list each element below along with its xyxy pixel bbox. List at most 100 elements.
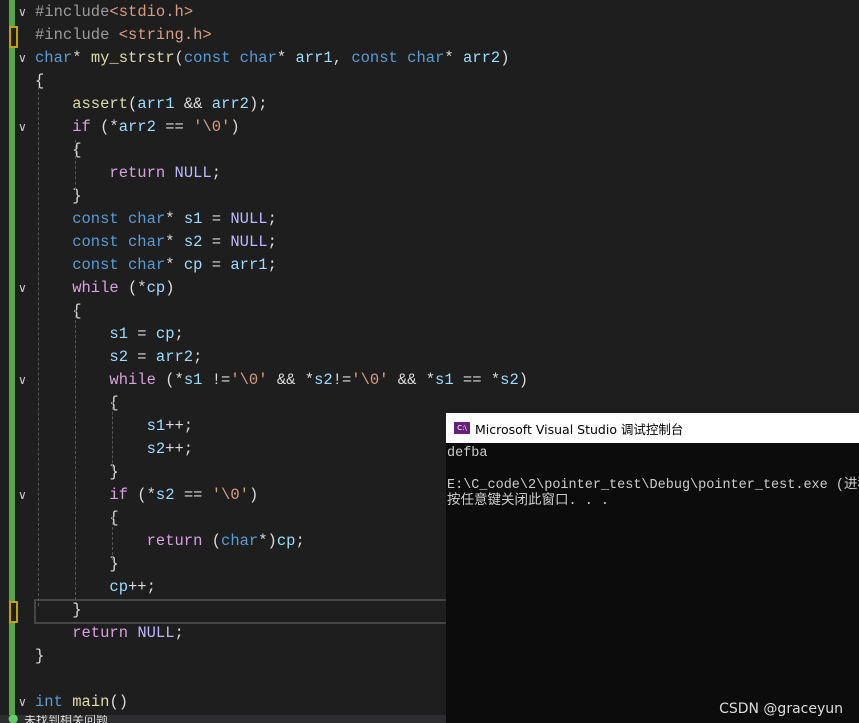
code-token: * (276, 49, 296, 67)
code-line[interactable]: while (*s1 !='\0' && *s2!='\0' && *s1 ==… (109, 369, 528, 392)
code-token: '\0' (230, 371, 268, 389)
watermark: CSDN @graceyun (719, 701, 843, 717)
code-line[interactable]: { (72, 139, 81, 162)
code-line[interactable]: cp++; (109, 576, 156, 599)
code-token: NULL (230, 233, 268, 251)
code-token: <stdio.h> (109, 3, 194, 21)
code-token: s1 (435, 371, 454, 389)
code-token: ) (518, 371, 529, 389)
code-token: s2 (155, 486, 175, 504)
code-line[interactable]: #include<stdio.h> (35, 1, 193, 24)
code-token: { (35, 72, 45, 90)
code-token: main (72, 693, 110, 711)
code-token: s2 (500, 371, 519, 389)
code-token: cp (146, 279, 166, 297)
fold-chevron-icon[interactable]: ∨ (18, 47, 32, 70)
code-token: && * (267, 371, 315, 389)
code-token: { (109, 509, 119, 527)
code-line[interactable]: { (109, 507, 118, 530)
code-token: ; (267, 233, 277, 251)
code-line[interactable]: } (72, 599, 81, 622)
code-line[interactable]: } (109, 553, 118, 576)
code-line[interactable]: { (35, 70, 44, 93)
code-line[interactable]: s2 = arr2; (109, 346, 202, 369)
code-line[interactable]: char* my_strstr(const char* arr1, const … (35, 47, 510, 70)
code-line[interactable]: return (char*)cp; (147, 530, 305, 553)
code-line[interactable]: } (35, 645, 44, 668)
code-token: ++; (128, 578, 156, 596)
code-line[interactable]: if (*s2 == '\0') (109, 484, 258, 507)
code-token: == * (453, 371, 501, 389)
code-line[interactable]: assert(arr1 && arr2); (72, 93, 267, 116)
fold-chevron-icon[interactable]: ∨ (18, 277, 32, 300)
code-token: char (128, 256, 166, 274)
code-token: char (128, 210, 166, 228)
debug-console-window[interactable]: C:\ Microsoft Visual Studio 调试控制台 defba … (446, 413, 859, 723)
code-line[interactable]: { (72, 300, 81, 323)
check-icon: ● (8, 715, 19, 723)
code-token: (* (128, 486, 156, 504)
code-token: s2 (314, 371, 333, 389)
code-token: NULL (230, 210, 268, 228)
code-token: * (444, 49, 463, 67)
code-token: #include (35, 26, 119, 44)
code-token: char (128, 233, 166, 251)
code-token: != (332, 371, 352, 389)
code-token: { (72, 302, 82, 320)
code-line[interactable]: const char* cp = arr1; (72, 254, 277, 277)
indent-guide (75, 140, 76, 190)
code-line[interactable]: const char* s1 = NULL; (72, 208, 277, 231)
code-line[interactable]: } (72, 185, 81, 208)
code-line[interactable]: s1++; (147, 415, 194, 438)
code-line[interactable]: s1 = cp; (109, 323, 183, 346)
code-token: } (72, 601, 82, 619)
code-line[interactable]: return NULL; (72, 622, 184, 645)
code-line[interactable]: { (109, 392, 118, 415)
fold-chevron-icon[interactable]: ∨ (18, 369, 32, 392)
code-token: * (72, 49, 91, 67)
code-token: () (109, 693, 129, 711)
fold-chevron-icon[interactable]: ∨ (18, 691, 32, 714)
code-token: != (202, 371, 231, 389)
code-token: const (72, 233, 128, 251)
code-token: arr2 (211, 95, 249, 113)
code-token: ( (211, 532, 222, 550)
code-line[interactable]: while (*cp) (72, 277, 174, 300)
console-title-bar[interactable]: C:\ Microsoft Visual Studio 调试控制台 (446, 413, 859, 443)
code-token: && * (388, 371, 436, 389)
fold-chevron-icon[interactable]: ∨ (18, 116, 32, 139)
console-app-icon: C:\ (454, 422, 470, 434)
code-line[interactable]: } (109, 461, 118, 484)
code-token: char (239, 49, 277, 67)
code-token: arr1 (230, 256, 268, 274)
code-token: && (174, 95, 212, 113)
code-token: assert (72, 95, 128, 113)
code-token: arr2 (462, 49, 501, 67)
code-token: { (72, 141, 82, 159)
code-line[interactable]: int main() (35, 691, 128, 714)
fold-chevron-icon[interactable]: ∨ (18, 1, 32, 24)
code-token: const (183, 49, 240, 67)
indent-guide (75, 310, 76, 600)
code-line[interactable]: #include <string.h> (35, 24, 212, 47)
code-token: * (165, 233, 184, 251)
code-line[interactable]: return NULL; (109, 162, 221, 185)
code-token: s1 (109, 325, 128, 343)
code-token: '\0' (193, 118, 231, 136)
code-token: *) (258, 532, 277, 550)
code-line[interactable]: const char* s2 = NULL; (72, 231, 277, 254)
code-line[interactable]: s2++; (147, 438, 194, 461)
code-token: arr1 (137, 95, 175, 113)
code-token: while (109, 371, 156, 389)
code-token: cp (155, 325, 175, 343)
code-token: ; (267, 256, 277, 274)
code-line[interactable]: if (*arr2 == '\0') (72, 116, 239, 139)
code-token: } (109, 555, 119, 573)
code-token: NULL (174, 164, 212, 182)
code-token: ; (267, 210, 277, 228)
fold-chevron-icon[interactable]: ∨ (18, 484, 32, 507)
code-token: const (351, 49, 408, 67)
code-token: ) (248, 486, 259, 504)
issues-status[interactable]: 未找到相关问题 (24, 715, 108, 723)
